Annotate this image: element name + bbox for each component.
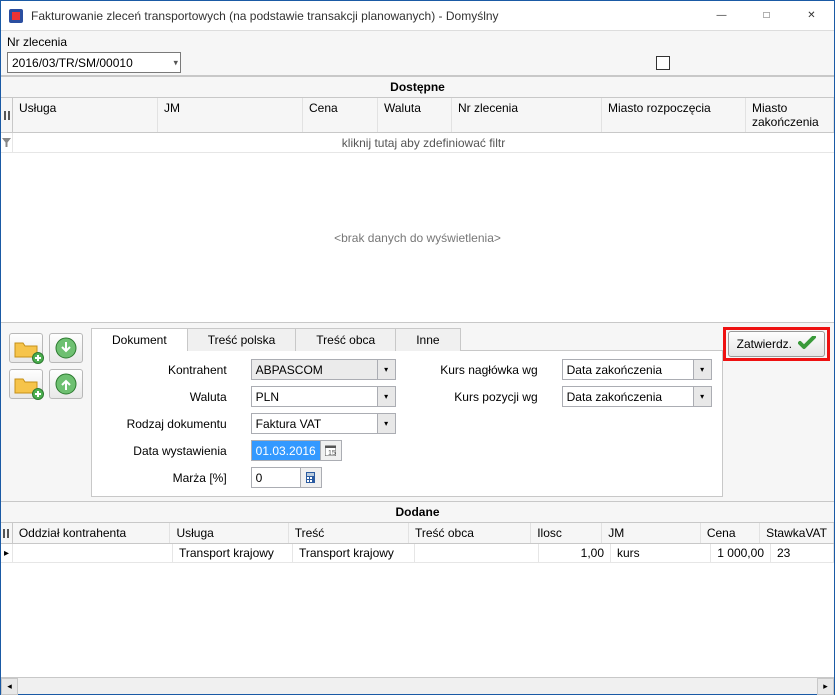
- approve-label: Zatwierdz.: [737, 337, 792, 351]
- scroll-right-icon[interactable]: ▸: [817, 678, 834, 695]
- col-waluta[interactable]: Waluta: [378, 98, 452, 132]
- remove-button[interactable]: [9, 369, 43, 399]
- col-nr-zlecenia[interactable]: Nr zlecenia: [452, 98, 602, 132]
- available-grid-filter-row[interactable]: kliknij tutaj aby zdefiniować filtr: [1, 133, 834, 153]
- unknown-checkbox[interactable]: [656, 56, 670, 70]
- col-jm2[interactable]: JM: [602, 523, 701, 543]
- order-number-value: 2016/03/TR/SM/00010: [12, 56, 133, 70]
- available-grid-empty: <brak danych do wyświetlenia>: [1, 153, 834, 322]
- label-kontrahent: Kontrahent: [102, 363, 231, 377]
- filter-hint-text: kliknij tutaj aby zdefiniować filtr: [13, 136, 834, 150]
- tabstrip: Dokument Treść polska Treść obca Inne: [91, 327, 723, 350]
- svg-text:15: 15: [328, 450, 336, 456]
- col-jm[interactable]: JM: [158, 98, 303, 132]
- app-icon: [7, 7, 25, 25]
- label-marza: Marża [%]: [102, 471, 231, 485]
- input-data-wystawienia[interactable]: 01.03.2016 15: [251, 440, 396, 461]
- order-number-combo[interactable]: 2016/03/TR/SM/00010 ▾: [7, 52, 181, 73]
- select-waluta[interactable]: PLN ▾: [251, 386, 396, 407]
- tab-inne[interactable]: Inne: [395, 328, 460, 351]
- col-cena2[interactable]: Cena: [701, 523, 760, 543]
- section-available-header: Dostępne: [1, 76, 834, 98]
- chevron-down-icon: ▾: [173, 57, 178, 68]
- table-row[interactable]: ▸ Transport krajowy Transport krajowy 1,…: [1, 544, 834, 563]
- added-grid-header: Oddział kontrahenta Usługa Treść Treść o…: [1, 523, 834, 544]
- scroll-left-icon[interactable]: ◂: [1, 678, 18, 695]
- col-usluga2[interactable]: Usługa: [170, 523, 288, 543]
- move-down-button[interactable]: [49, 333, 83, 363]
- select-rodzaj-dokumentu[interactable]: Faktura VAT ▾: [251, 413, 396, 434]
- horizontal-scrollbar[interactable]: ◂ ▸: [1, 677, 834, 694]
- order-toolbar: Nr zlecenia 2016/03/TR/SM/00010 ▾: [1, 31, 834, 76]
- app-window: Fakturowanie zleceń transportowych (na p…: [0, 0, 835, 695]
- filter-funnel-icon: [1, 133, 13, 152]
- tab-body-dokument: Kontrahent ABPASCOM ▾ Kurs nagłówka wg D…: [91, 350, 723, 497]
- calculator-icon[interactable]: [301, 467, 322, 488]
- label-kurs-poz: Kurs pozycji wg: [416, 390, 542, 404]
- col-ilosc[interactable]: Ilosc: [531, 523, 602, 543]
- chevron-down-icon: ▾: [377, 360, 395, 379]
- col-tresc[interactable]: Treść: [289, 523, 409, 543]
- approve-highlight: Zatwierdz.: [723, 327, 830, 361]
- label-kurs-nagl: Kurs nagłówka wg: [416, 363, 542, 377]
- chevron-down-icon: ▾: [377, 414, 395, 433]
- available-grid-header: Usługa JM Cena Waluta Nr zlecenia Miasto…: [1, 98, 834, 133]
- order-label: Nr zlecenia: [7, 35, 828, 49]
- row-selector-icon[interactable]: [1, 98, 13, 132]
- label-rodzaj: Rodzaj dokumentu: [102, 417, 231, 431]
- select-kurs-nagl[interactable]: Data zakończenia ▾: [562, 359, 712, 380]
- col-oddzial[interactable]: Oddział kontrahenta: [13, 523, 171, 543]
- added-grid: Oddział kontrahenta Usługa Treść Treść o…: [1, 523, 834, 677]
- label-waluta: Waluta: [102, 390, 231, 404]
- section-added-header: Dodane: [1, 501, 834, 523]
- minimize-button[interactable]: —: [699, 1, 744, 30]
- tab-dokument[interactable]: Dokument: [91, 328, 188, 351]
- input-marza[interactable]: 0: [251, 467, 396, 488]
- available-grid: Usługa JM Cena Waluta Nr zlecenia Miasto…: [1, 98, 834, 322]
- middle-panel: Dokument Treść polska Treść obca Inne Ko…: [1, 322, 834, 501]
- tab-tresc-polska[interactable]: Treść polska: [187, 328, 297, 351]
- label-data-wystawienia: Data wystawienia: [102, 444, 231, 458]
- chevron-down-icon: ▾: [377, 387, 395, 406]
- current-row-icon: ▸: [1, 544, 13, 562]
- document-tabset: Dokument Treść polska Treść obca Inne Ko…: [91, 327, 723, 497]
- col-tresc-obca[interactable]: Treść obca: [409, 523, 531, 543]
- col-usluga[interactable]: Usługa: [13, 98, 158, 132]
- chevron-down-icon: ▾: [693, 387, 711, 406]
- col-vat[interactable]: StawkaVAT: [760, 523, 834, 543]
- tab-tresc-obca[interactable]: Treść obca: [295, 328, 396, 351]
- close-button[interactable]: ✕: [789, 1, 834, 30]
- select-kurs-poz[interactable]: Data zakończenia ▾: [562, 386, 712, 407]
- titlebar: Fakturowanie zleceń transportowych (na p…: [1, 1, 834, 31]
- row-selector-icon[interactable]: [1, 523, 13, 543]
- action-buttons: [5, 327, 91, 497]
- approve-button[interactable]: Zatwierdz.: [728, 331, 825, 357]
- maximize-button[interactable]: □: [744, 1, 789, 30]
- add-button[interactable]: [9, 333, 43, 363]
- col-miasto-zak[interactable]: Miasto zakończenia: [746, 98, 834, 132]
- calendar-icon[interactable]: 15: [321, 440, 342, 461]
- chevron-down-icon: ▾: [693, 360, 711, 379]
- checkmark-icon: [798, 336, 816, 353]
- col-cena[interactable]: Cena: [303, 98, 378, 132]
- window-title: Fakturowanie zleceń transportowych (na p…: [31, 9, 699, 23]
- col-miasto-rozp[interactable]: Miasto rozpoczęcia: [602, 98, 746, 132]
- move-up-button[interactable]: [49, 369, 83, 399]
- input-kontrahent[interactable]: ABPASCOM ▾: [251, 359, 396, 380]
